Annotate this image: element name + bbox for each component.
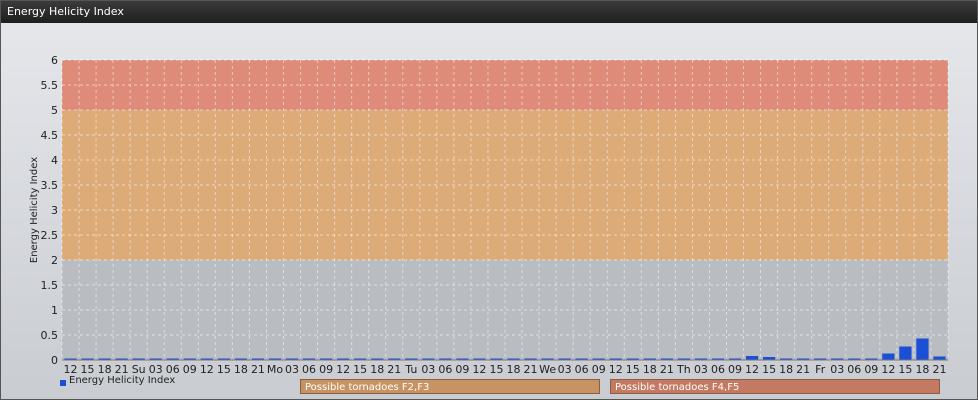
y-tick-label: 1.5 [41, 279, 59, 292]
y-tick-label: 0.5 [41, 329, 59, 342]
bar [899, 346, 912, 360]
y-tick-label: 5 [51, 104, 58, 117]
y-axis-label: Energy Helicity Index [29, 157, 40, 263]
x-tick-label: 21 [796, 363, 810, 376]
x-tick-label: 06 [711, 363, 725, 376]
x-tick-label: 09 [319, 363, 333, 376]
x-tick-label: 06 [847, 363, 861, 376]
x-tick-label: 03 [421, 363, 435, 376]
x-tick-label: Th [676, 363, 691, 376]
x-tick-label: 03 [694, 363, 708, 376]
x-tick-label: 15 [489, 363, 503, 376]
x-tick-label: 09 [864, 363, 878, 376]
x-tick-label: 18 [779, 363, 793, 376]
y-tick-label: 0 [51, 354, 58, 367]
x-tick-label: 21 [524, 363, 538, 376]
y-tick-label: 2.5 [41, 229, 59, 242]
x-tick-label: 09 [728, 363, 742, 376]
y-tick-label: 3.5 [41, 179, 59, 192]
y-tick-label: 3 [51, 204, 58, 217]
x-tick-label: 21 [251, 363, 265, 376]
x-tick-label: We [539, 363, 556, 376]
x-tick-label: 03 [558, 363, 572, 376]
y-tick-label: 6 [51, 54, 58, 67]
x-tick-label: 12 [336, 363, 350, 376]
x-tick-label: 12 [745, 363, 759, 376]
bar [933, 356, 946, 360]
x-tick-label: 18 [370, 363, 384, 376]
x-tick-label: 06 [302, 363, 316, 376]
x-tick-label: 18 [915, 363, 929, 376]
y-tick-label: 4 [51, 154, 58, 167]
x-tick-label: Tu [404, 363, 417, 376]
legend-swatch [60, 380, 66, 386]
x-tick-label: 18 [507, 363, 521, 376]
x-tick-label: 15 [898, 363, 912, 376]
chart-canvas: 00.511.522.533.544.555.5612 15 18 21 Su 03 06 0… [29, 54, 949, 376]
x-tick-label: 03 [285, 363, 299, 376]
x-tick-label: 12 [609, 363, 623, 376]
x-tick-label: 09 [455, 363, 469, 376]
x-tick-label: 06 [438, 363, 452, 376]
y-tick-label: 5.5 [41, 79, 59, 92]
x-tick-label: 15 [217, 363, 231, 376]
y-tick-label: 4.5 [41, 129, 59, 142]
legend-label: Energy Helicity Index [69, 375, 176, 386]
band-label-f2-f3: Possible tornadoes F2,F3 [300, 379, 600, 394]
x-tick-label: 12 [472, 363, 486, 376]
x-tick-label: 18 [643, 363, 657, 376]
x-tick-label: 09 [183, 363, 197, 376]
x-tick-label: 21 [932, 363, 946, 376]
x-tick-label: 15 [353, 363, 367, 376]
x-tick-label: 15 [626, 363, 640, 376]
x-tick-label: 15 [762, 363, 776, 376]
x-tick-label: 12 [200, 363, 214, 376]
bar [916, 338, 929, 360]
bar [882, 353, 895, 360]
x-tick-label: 18 [234, 363, 248, 376]
x-tick-label: 21 [660, 363, 674, 376]
x-tick-label: Fr [815, 363, 826, 376]
x-tick-label: 09 [592, 363, 606, 376]
x-tick-label: 21 [387, 363, 401, 376]
y-tick-label: 1 [51, 304, 58, 317]
bar [745, 356, 759, 360]
x-tick-label: 06 [575, 363, 589, 376]
band-label-f4-f5: Possible tornadoes F4,F5 [610, 379, 940, 394]
x-tick-label: 12 [881, 363, 895, 376]
x-tick-label: Mo [267, 363, 283, 376]
x-tick-label: 03 [830, 363, 844, 376]
y-tick-label: 2 [51, 254, 58, 267]
